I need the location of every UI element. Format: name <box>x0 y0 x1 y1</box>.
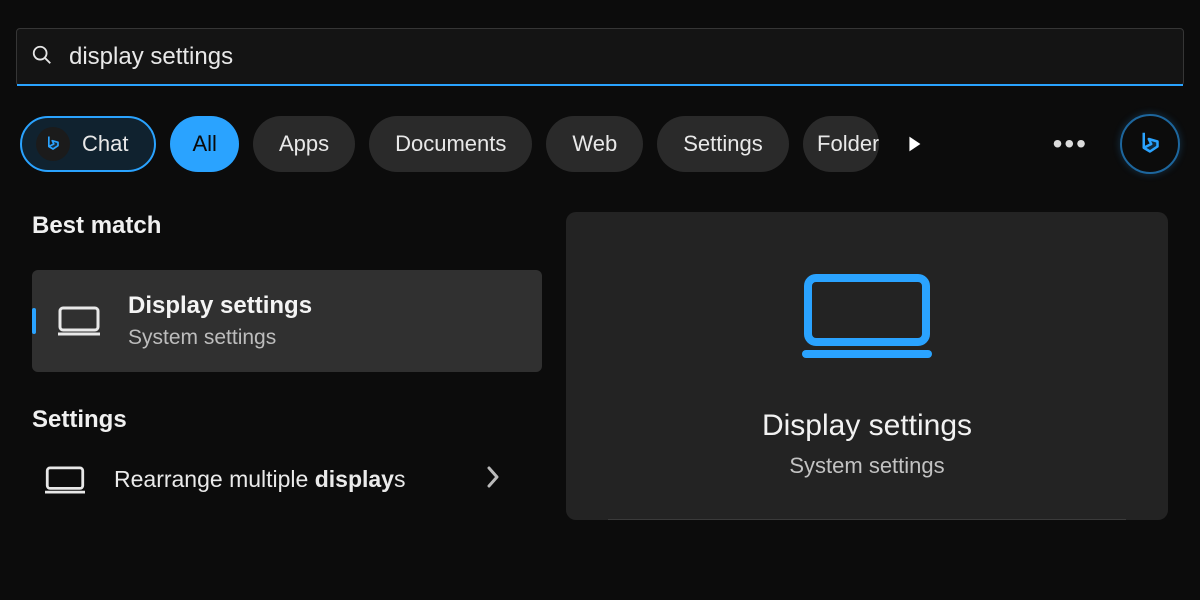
settings-result-label: Rearrange multiple displays <box>114 465 405 495</box>
filter-folders[interactable]: Folders <box>803 116 879 172</box>
filter-documents-label: Documents <box>395 131 506 157</box>
best-match-subtitle: System settings <box>128 326 312 350</box>
detail-title: Display settings <box>762 409 972 443</box>
display-icon <box>42 464 88 496</box>
best-match-header: Best match <box>32 212 542 240</box>
filter-all[interactable]: All <box>170 116 238 172</box>
scroll-right-button[interactable] <box>899 129 929 159</box>
display-icon <box>56 305 102 337</box>
detail-panel: Display settings System settings <box>566 212 1168 520</box>
settings-header: Settings <box>32 406 542 434</box>
chevron-right-icon <box>486 466 500 494</box>
chat-label: Chat <box>82 131 128 157</box>
filter-web-label: Web <box>572 131 617 157</box>
filter-apps[interactable]: Apps <box>253 116 355 172</box>
detail-separator <box>608 519 1126 520</box>
best-match-result[interactable]: Display settings System settings <box>32 270 542 372</box>
more-button[interactable]: ••• <box>1053 128 1088 160</box>
filter-all-label: All <box>192 131 216 157</box>
filter-web[interactable]: Web <box>546 116 643 172</box>
filter-settings[interactable]: Settings <box>657 116 789 172</box>
search-icon <box>31 44 53 71</box>
bing-icon <box>36 127 70 161</box>
bing-chat-button[interactable] <box>1120 114 1180 174</box>
search-input[interactable] <box>53 43 1169 71</box>
filter-apps-label: Apps <box>279 131 329 157</box>
detail-subtitle: System settings <box>789 453 944 479</box>
search-bar[interactable] <box>16 28 1184 86</box>
filter-row: Chat All Apps Documents Web Settings Fol… <box>16 114 1184 174</box>
chat-pill[interactable]: Chat <box>20 116 156 172</box>
filter-documents[interactable]: Documents <box>369 116 532 172</box>
settings-result-rearrange[interactable]: Rearrange multiple displays <box>32 456 542 504</box>
detail-display-icon <box>802 272 932 365</box>
filter-settings-label: Settings <box>683 131 763 157</box>
filter-folders-label: Folders <box>817 131 879 157</box>
best-match-title: Display settings <box>128 292 312 320</box>
